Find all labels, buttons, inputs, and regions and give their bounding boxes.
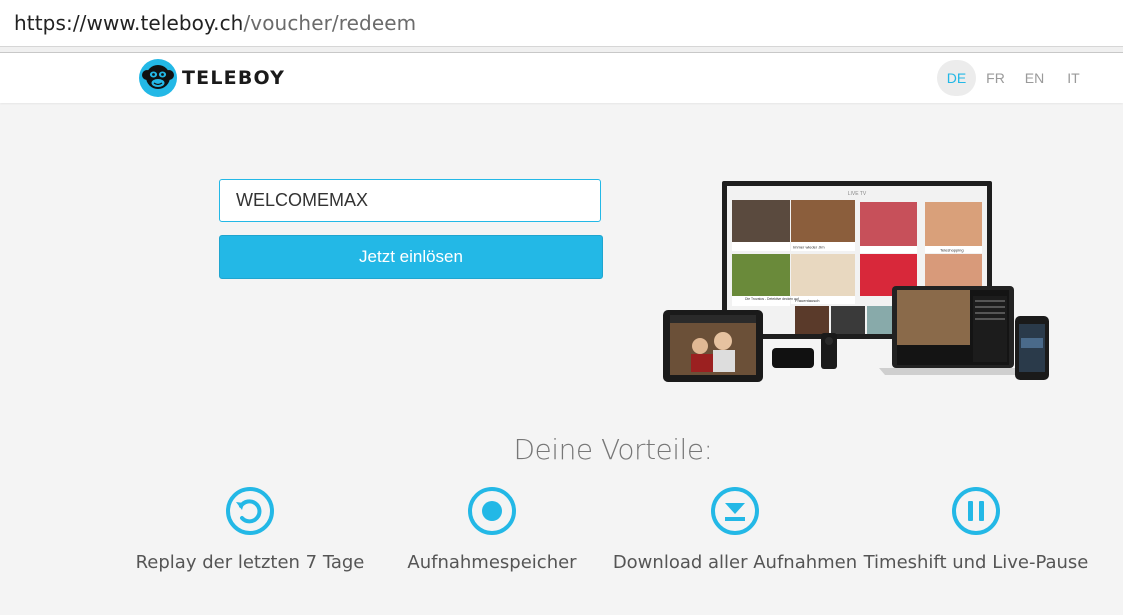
browser-url-bar[interactable]: https://www.teleboy.ch/voucher/redeem	[0, 0, 1123, 47]
lang-de[interactable]: DE	[937, 60, 976, 96]
url-host: https://www.teleboy.ch	[14, 11, 244, 35]
benefit-timeshift: Timeshift und Live-Pause	[846, 486, 1106, 573]
record-icon	[468, 487, 516, 535]
channel-title-1: Immer wieder Jim	[793, 245, 825, 250]
devices-illustration: LIVE TV Immer wieder Jim Teleshopping Di…	[663, 181, 1049, 382]
benefit-download: Download aller Aufnahmen	[605, 486, 865, 573]
tv-heading: LIVE TV	[848, 191, 867, 197]
benefit-label: Aufnahmespeicher	[407, 552, 577, 573]
channel-title-3: Die Trovatos - Detektive decken auf	[745, 297, 799, 301]
laptop-device	[879, 286, 1027, 375]
download-icon	[711, 487, 759, 535]
benefit-label: Timeshift und Live-Pause	[863, 552, 1089, 573]
lang-fr[interactable]: FR	[976, 60, 1015, 96]
phone-device	[1015, 316, 1049, 380]
teleboy-logo[interactable]: TELEBOY	[138, 58, 285, 98]
benefit-label: Download aller Aufnahmen	[612, 552, 858, 573]
benefit-label: Replay der letzten 7 Tage	[135, 552, 365, 573]
benefit-recording: Aufnahmespeicher	[362, 486, 622, 573]
channel-title-2: Teleshopping	[940, 248, 964, 253]
site-header: TELEBOY DE FR EN IT	[0, 53, 1123, 103]
brand-name: TELEBOY	[182, 67, 286, 89]
monkey-logo-icon	[139, 59, 177, 97]
benefits-title: Deine Vorteile:	[513, 433, 714, 466]
language-switcher: DE FR EN IT	[937, 60, 1093, 96]
voucher-code-input[interactable]	[219, 179, 601, 222]
lang-it[interactable]: IT	[1054, 60, 1093, 96]
set-top-box	[772, 348, 814, 368]
redeem-button[interactable]: Jetzt einlösen	[219, 235, 603, 279]
replay-icon	[226, 487, 274, 535]
tablet-device	[663, 310, 763, 382]
url-path: /voucher/redeem	[243, 11, 417, 35]
url-text[interactable]: https://www.teleboy.ch/voucher/redeem	[14, 11, 416, 35]
benefit-replay: Replay der letzten 7 Tage	[120, 486, 380, 573]
pause-icon	[952, 487, 1000, 535]
channel-title-4: Frauentausch	[795, 298, 819, 303]
lang-en[interactable]: EN	[1015, 60, 1054, 96]
